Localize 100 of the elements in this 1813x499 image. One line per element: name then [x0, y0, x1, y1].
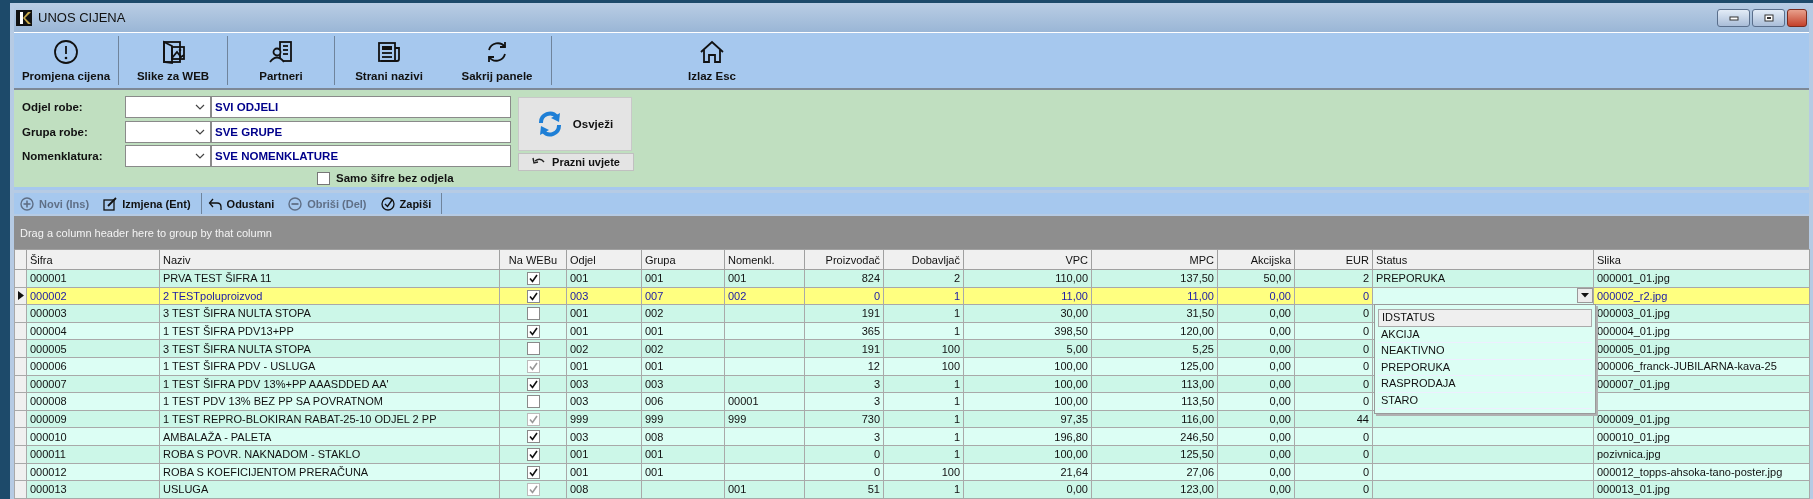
table-cell: USLUGA [163, 483, 209, 496]
table-cell: 0 [873, 289, 880, 302]
dropdown-option[interactable]: IDSTATUS [1378, 309, 1592, 327]
table-cell: 000012_topps-ahsoka-tano-poster.jpg [1597, 465, 1783, 478]
table-cell: 0,00 [1066, 483, 1088, 496]
field-label: Odjel robe: [22, 100, 84, 113]
table-cell: 30,00 [1060, 307, 1088, 320]
table-cell: 000008 [30, 395, 67, 408]
checkbox[interactable] [526, 289, 540, 303]
dropdown-field[interactable] [125, 95, 211, 118]
minimize-button[interactable] [1717, 8, 1750, 27]
column-header[interactable]: Na WEBu [499, 249, 567, 270]
checkbox[interactable] [526, 342, 540, 356]
checkbox[interactable] [526, 324, 540, 338]
column-header[interactable]: EUR [1294, 249, 1373, 270]
table-row[interactable]: 000012 ROBA S KOEFICIJENTOM PRERAČUNA 001 001 0 100 21,64 27,06 0,00 0 000012_topps-ahsoka-tano-poster.jpg [14, 463, 1810, 481]
dropdown-option[interactable]: AKCIJA [1378, 326, 1592, 344]
close-button[interactable] [1787, 8, 1807, 27]
checkbox[interactable] [317, 171, 330, 185]
column-header[interactable]: Slika [1593, 249, 1810, 270]
table-row[interactable]: 000009 1 TEST REPRO-BLOKIRAN RABAT-25-10 ODJEL 2 PP 999 999 999 730 1 97,35 116,00 0,00 44 000009_01.jpg [14, 410, 1810, 428]
clear-button[interactable]: Prazni uvjete [518, 153, 634, 171]
table-cell: 0 [1362, 289, 1369, 302]
checkbox[interactable] [526, 307, 540, 321]
table-cell: 003 [645, 377, 664, 390]
column-header[interactable]: MPC [1091, 249, 1218, 270]
checkbox[interactable] [526, 465, 540, 479]
toolbar-button[interactable]: Promjena cijena [14, 36, 118, 85]
table-cell: 000010 [30, 430, 67, 443]
maximize-icon [1763, 13, 1774, 22]
table-cell: 0 [1362, 307, 1369, 320]
maximize-button[interactable] [1752, 8, 1785, 27]
toolbar-button[interactable]: Strani nazivi [335, 36, 443, 85]
table-row[interactable]: 000001 PRVA TEST ŠIFRA 11 001 001 001 824 2 110,00 137,50 50,00 2 PREPORUKA 000001_01.jpg [14, 269, 1810, 288]
edit-icon [103, 196, 118, 211]
column-header[interactable]: Šifra [26, 249, 160, 270]
table-cell: 0,00 [1269, 448, 1291, 461]
column-header[interactable]: Dobavljač [883, 249, 964, 270]
table-cell: 000013 [30, 483, 67, 496]
table-row[interactable]: 000010 AMBALAŽA - PALETA 003 008 3 1 196,80 246,50 0,00 0 000010_01.jpg [14, 427, 1810, 446]
table-cell: 001 [570, 360, 589, 373]
table-cell: 730 [861, 413, 880, 426]
refresh-button[interactable]: Osvježi [518, 97, 632, 151]
table-cell: 001 [645, 360, 664, 373]
column-header[interactable]: Akcijska [1217, 249, 1295, 270]
table-cell: PRVA TEST ŠIFRA 11 [163, 272, 272, 285]
table-cell: 000005_01.jpg [1597, 342, 1670, 355]
table-cell: 0 [1362, 342, 1369, 355]
checkbox[interactable] [526, 448, 540, 462]
checkbox[interactable] [526, 395, 540, 409]
table-cell: 000007 [30, 377, 67, 390]
table-cell: 001 [645, 465, 664, 478]
table-cell: 137,50 [1180, 272, 1214, 285]
column-header[interactable]: Proizvođač [804, 249, 884, 270]
column-header[interactable]: VPC [963, 249, 1092, 270]
table-row[interactable]: 000011 ROBA S POVR. NAKNADOM - STAKLO 001 001 0 1 100,00 125,50 0,00 0 pozivnica.jpg [14, 445, 1810, 464]
home-icon [699, 39, 725, 65]
table-cell: 1 [953, 307, 960, 320]
table-cell: 21,64 [1060, 465, 1088, 478]
toolbar-button[interactable]: Izlaz Esc [552, 36, 872, 85]
table-row[interactable]: 000013 USLUGA 008 001 51 1 0,00 123,00 0,00 0 000013_01.jpg [14, 480, 1810, 499]
toolbar-button[interactable]: Partneri [228, 36, 334, 85]
checkbox[interactable] [526, 377, 540, 391]
table-cell: 5,00 [1066, 342, 1088, 355]
dropdown-field[interactable] [125, 145, 211, 168]
table-cell: 000009_01.jpg [1597, 413, 1670, 426]
action-button[interactable]: Zapiši [376, 194, 440, 213]
table-cell: 000002_r2.jpg [1597, 289, 1668, 302]
person-building-icon [268, 39, 294, 65]
table-cell: 3 [873, 430, 880, 443]
table-cell: 100 [941, 342, 960, 355]
checkbox[interactable] [526, 272, 540, 286]
table-cell: 000011 [30, 448, 66, 461]
table-cell: 100 [941, 465, 960, 478]
text-field[interactable]: SVE GRUPE [211, 120, 511, 143]
action-button[interactable]: Odustani [203, 194, 283, 213]
table-cell: 1 [953, 289, 960, 302]
dropdown-field[interactable] [125, 120, 211, 143]
checkbox-label: Samo šifre bez odjela [336, 172, 454, 185]
table-cell: 27,06 [1186, 465, 1214, 478]
column-header[interactable]: Grupa [641, 249, 725, 270]
column-header[interactable]: Naziv [159, 249, 500, 270]
table-row[interactable]: 000002 2 TESTpoluproizvod 003 007 002 0 1 11,00 11,00 0,00 0 000002_r2.jpg [14, 287, 1810, 305]
toolbar-button[interactable]: Sakrij panele [443, 36, 551, 85]
column-header[interactable]: Nomenkl. [724, 249, 805, 270]
table-cell: 000002 [30, 289, 67, 302]
column-header[interactable]: Odjel [566, 249, 642, 270]
table-cell: 1 [953, 483, 960, 496]
action-button[interactable]: Izmjena (Ent) [99, 194, 199, 213]
table-cell: 000003_01.jpg [1597, 307, 1670, 320]
table-cell: pozivnica.jpg [1597, 448, 1661, 461]
table-cell: 001 [645, 448, 664, 461]
checkbox[interactable] [526, 430, 540, 444]
table-cell: 000004 [30, 325, 67, 338]
column-header[interactable]: Status [1372, 249, 1594, 270]
text-field[interactable]: SVI ODJELI [211, 95, 511, 118]
undo-icon [532, 157, 547, 167]
text-field[interactable]: SVE NOMENKLATURE [211, 145, 511, 168]
table-cell: 196,80 [1054, 430, 1088, 443]
toolbar-button[interactable]: Slike za WEB [119, 36, 227, 85]
